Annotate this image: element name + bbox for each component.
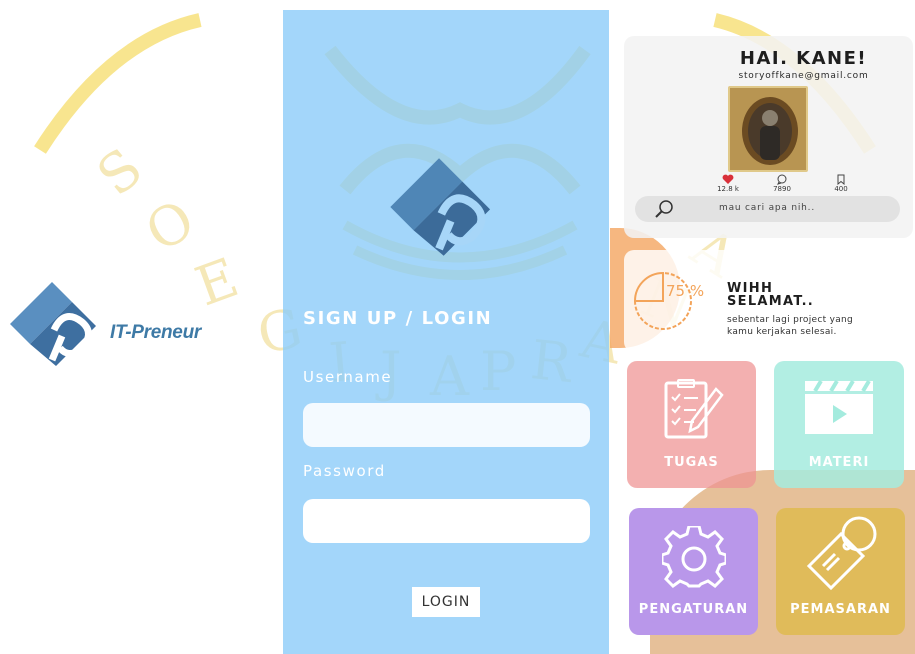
dashboard-preview: HAI. KANE! storyoffkane@gmail.com 12.8 k… — [610, 0, 915, 654]
svg-text:E: E — [188, 246, 247, 319]
gear-icon — [661, 526, 726, 588]
menu-tile-materi[interactable]: MATERI — [774, 361, 904, 488]
it-preneur-logo-icon — [390, 158, 491, 256]
likes-stat[interactable]: 12.8 k — [710, 174, 746, 193]
menu-tile-label: TUGAS — [664, 455, 719, 470]
menu-tile-label: MATERI — [808, 455, 870, 470]
progress-title-line2: SELAMAT.. — [727, 294, 815, 309]
username-label: Username — [303, 368, 393, 386]
progress-description: sebentar lagi project yang kamu kerjakan… — [727, 315, 854, 337]
progress-title: WIHH SELAMAT.. — [727, 282, 814, 308]
username-input[interactable] — [303, 403, 590, 447]
comment-icon — [777, 174, 787, 185]
progress-pie-icon — [633, 271, 692, 330]
video-clapperboard-icon — [805, 379, 873, 434]
progress-percent: 75 % — [666, 282, 705, 300]
likes-count: 12.8 k — [717, 185, 739, 193]
brand-name: IT-Preneur — [110, 322, 201, 343]
clipboard-checklist-icon — [664, 379, 724, 439]
menu-tile-pemasaran[interactable]: PEMASARAN — [776, 508, 905, 635]
user-email: storyoffkane@gmail.com — [738, 71, 869, 81]
menu-tile-label: PEMASARAN — [790, 602, 891, 617]
saves-stat[interactable]: 400 — [823, 174, 859, 193]
menu-tile-label: PENGATURAN — [638, 602, 749, 617]
password-input[interactable] — [303, 499, 590, 543]
comments-stat[interactable]: 7890 — [764, 174, 800, 193]
comments-count: 7890 — [773, 185, 791, 193]
search-icon — [655, 200, 673, 218]
avatar[interactable] — [728, 86, 808, 172]
svg-text:O: O — [135, 188, 205, 265]
search-placeholder: mau cari apa nih.. — [719, 203, 816, 213]
password-label: Password — [303, 462, 386, 480]
greeting: HAI. KANE! — [739, 48, 868, 69]
price-tag-icon — [806, 516, 876, 591]
menu-tile-pengaturan[interactable]: PENGATURAN — [629, 508, 758, 635]
login-button[interactable]: LOGIN — [412, 587, 480, 617]
progress-card: 75 % WIHH SELAMAT.. sebentar lagi projec… — [624, 250, 913, 352]
login-title: SIGN UP / LOGIN — [303, 308, 493, 329]
menu-tile-tugas[interactable]: TUGAS — [627, 361, 756, 488]
heart-icon — [722, 174, 734, 184]
bookmark-icon — [837, 174, 845, 185]
search-bar[interactable]: mau cari apa nih.. — [635, 196, 900, 222]
login-panel: SIGN UP / LOGIN Username Password LOGIN — [283, 10, 609, 654]
svg-text:S: S — [85, 136, 154, 208]
it-preneur-logo-icon — [10, 282, 96, 366]
saves-count: 400 — [834, 185, 848, 193]
profile-card: HAI. KANE! storyoffkane@gmail.com 12.8 k… — [624, 36, 913, 238]
